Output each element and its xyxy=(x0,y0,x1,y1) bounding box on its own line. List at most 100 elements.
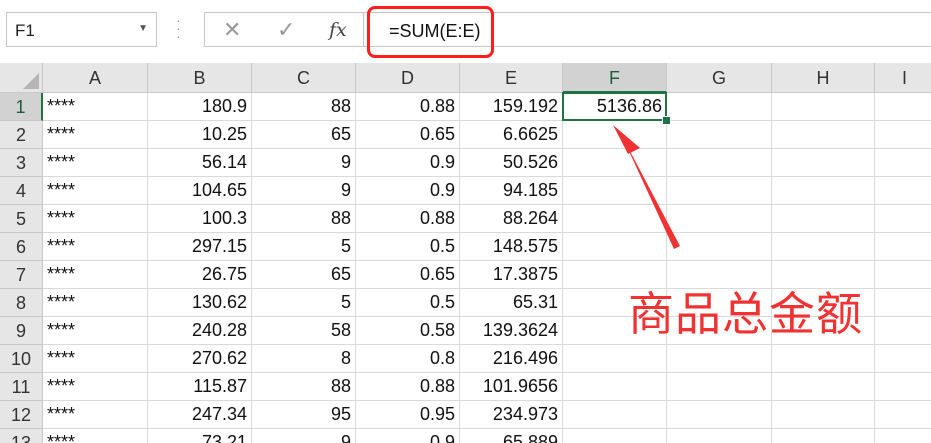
cell-a12[interactable]: **** xyxy=(43,401,148,429)
cell-c13[interactable]: 9 xyxy=(252,429,356,443)
cell-e7[interactable]: 17.3875 xyxy=(460,261,563,289)
cell-f12[interactable] xyxy=(563,401,667,429)
cell-e10[interactable]: 216.496 xyxy=(460,345,563,373)
cell-a3[interactable]: **** xyxy=(43,149,148,177)
column-header-c[interactable]: C xyxy=(252,63,356,93)
cell-i9[interactable] xyxy=(875,317,931,345)
drag-handle-icon[interactable]: · · · xyxy=(176,13,181,43)
fill-handle[interactable] xyxy=(662,116,671,125)
cell-f4[interactable] xyxy=(563,177,667,205)
row-header-10[interactable]: 10 xyxy=(0,345,43,373)
cell-d4[interactable]: 0.9 xyxy=(356,177,460,205)
column-header-d[interactable]: D xyxy=(356,63,460,93)
fx-icon[interactable]: fx xyxy=(329,19,347,41)
cell-i12[interactable] xyxy=(875,401,931,429)
row-header-7[interactable]: 7 xyxy=(0,261,43,289)
row-header-5[interactable]: 5 xyxy=(0,205,43,233)
cell-e1[interactable]: 159.192 xyxy=(460,93,563,121)
cell-b11[interactable]: 115.87 xyxy=(148,373,252,401)
cell-c6[interactable]: 5 xyxy=(252,233,356,261)
cell-g6[interactable] xyxy=(667,233,772,261)
cell-h3[interactable] xyxy=(772,149,875,177)
cell-b10[interactable]: 270.62 xyxy=(148,345,252,373)
cell-i11[interactable] xyxy=(875,373,931,401)
cell-b5[interactable]: 100.3 xyxy=(148,205,252,233)
cell-b2[interactable]: 10.25 xyxy=(148,121,252,149)
cell-c7[interactable]: 65 xyxy=(252,261,356,289)
cell-d3[interactable]: 0.9 xyxy=(356,149,460,177)
chevron-down-icon[interactable]: ▼ xyxy=(138,23,148,34)
cell-i10[interactable] xyxy=(875,345,931,373)
cell-g10[interactable] xyxy=(667,345,772,373)
cell-f6[interactable] xyxy=(563,233,667,261)
cell-h1[interactable] xyxy=(772,93,875,121)
cell-i13[interactable] xyxy=(875,429,931,443)
cell-c8[interactable]: 5 xyxy=(252,289,356,317)
column-header-a[interactable]: A xyxy=(43,63,148,93)
column-header-e[interactable]: E xyxy=(460,63,563,93)
cell-d9[interactable]: 0.58 xyxy=(356,317,460,345)
row-header-6[interactable]: 6 xyxy=(0,233,43,261)
cell-e6[interactable]: 148.575 xyxy=(460,233,563,261)
cell-a4[interactable]: **** xyxy=(43,177,148,205)
cell-a8[interactable]: **** xyxy=(43,289,148,317)
cell-b3[interactable]: 56.14 xyxy=(148,149,252,177)
column-header-g[interactable]: G xyxy=(667,63,772,93)
column-header-i[interactable]: I xyxy=(875,63,931,93)
cell-h6[interactable] xyxy=(772,233,875,261)
cell-f10[interactable] xyxy=(563,345,667,373)
cell-b7[interactable]: 26.75 xyxy=(148,261,252,289)
formula-input[interactable]: =SUM(E:E) xyxy=(364,12,931,47)
cell-g3[interactable] xyxy=(667,149,772,177)
cell-h4[interactable] xyxy=(772,177,875,205)
row-header-8[interactable]: 8 xyxy=(0,289,43,317)
cell-e8[interactable]: 65.31 xyxy=(460,289,563,317)
row-header-13[interactable]: 13 xyxy=(0,429,43,443)
cell-e13[interactable]: 65.889 xyxy=(460,429,563,443)
cell-f2[interactable] xyxy=(563,121,667,149)
cancel-icon[interactable]: ✕ xyxy=(223,17,241,43)
cell-g1[interactable] xyxy=(667,93,772,121)
cell-e11[interactable]: 101.9656 xyxy=(460,373,563,401)
cell-c10[interactable]: 8 xyxy=(252,345,356,373)
cell-c11[interactable]: 88 xyxy=(252,373,356,401)
cell-a1[interactable]: **** xyxy=(43,93,148,121)
cell-c1[interactable]: 88 xyxy=(252,93,356,121)
cell-a7[interactable]: **** xyxy=(43,261,148,289)
cell-a5[interactable]: **** xyxy=(43,205,148,233)
cell-e3[interactable]: 50.526 xyxy=(460,149,563,177)
select-all-button[interactable] xyxy=(0,63,43,93)
cell-f5[interactable] xyxy=(563,205,667,233)
cell-a9[interactable]: **** xyxy=(43,317,148,345)
cell-e4[interactable]: 94.185 xyxy=(460,177,563,205)
cell-d13[interactable]: 0.9 xyxy=(356,429,460,443)
cell-b6[interactable]: 297.15 xyxy=(148,233,252,261)
cell-a2[interactable]: **** xyxy=(43,121,148,149)
cell-g4[interactable] xyxy=(667,177,772,205)
cell-e12[interactable]: 234.973 xyxy=(460,401,563,429)
cell-c12[interactable]: 95 xyxy=(252,401,356,429)
cell-b13[interactable]: 73.21 xyxy=(148,429,252,443)
cell-g13[interactable] xyxy=(667,429,772,443)
cell-e9[interactable]: 139.3624 xyxy=(460,317,563,345)
cell-i6[interactable] xyxy=(875,233,931,261)
cell-h10[interactable] xyxy=(772,345,875,373)
cell-e5[interactable]: 88.264 xyxy=(460,205,563,233)
cell-c9[interactable]: 58 xyxy=(252,317,356,345)
cell-d7[interactable]: 0.65 xyxy=(356,261,460,289)
cell-i3[interactable] xyxy=(875,149,931,177)
cell-f3[interactable] xyxy=(563,149,667,177)
row-header-9[interactable]: 9 xyxy=(0,317,43,345)
cell-h5[interactable] xyxy=(772,205,875,233)
cell-h2[interactable] xyxy=(772,121,875,149)
cell-b9[interactable]: 240.28 xyxy=(148,317,252,345)
row-header-1[interactable]: 1 xyxy=(0,93,43,121)
cell-g12[interactable] xyxy=(667,401,772,429)
cell-i5[interactable] xyxy=(875,205,931,233)
cell-c2[interactable]: 65 xyxy=(252,121,356,149)
cell-g5[interactable] xyxy=(667,205,772,233)
cell-h13[interactable] xyxy=(772,429,875,443)
cell-a10[interactable]: **** xyxy=(43,345,148,373)
cell-e2[interactable]: 6.6625 xyxy=(460,121,563,149)
cell-c4[interactable]: 9 xyxy=(252,177,356,205)
